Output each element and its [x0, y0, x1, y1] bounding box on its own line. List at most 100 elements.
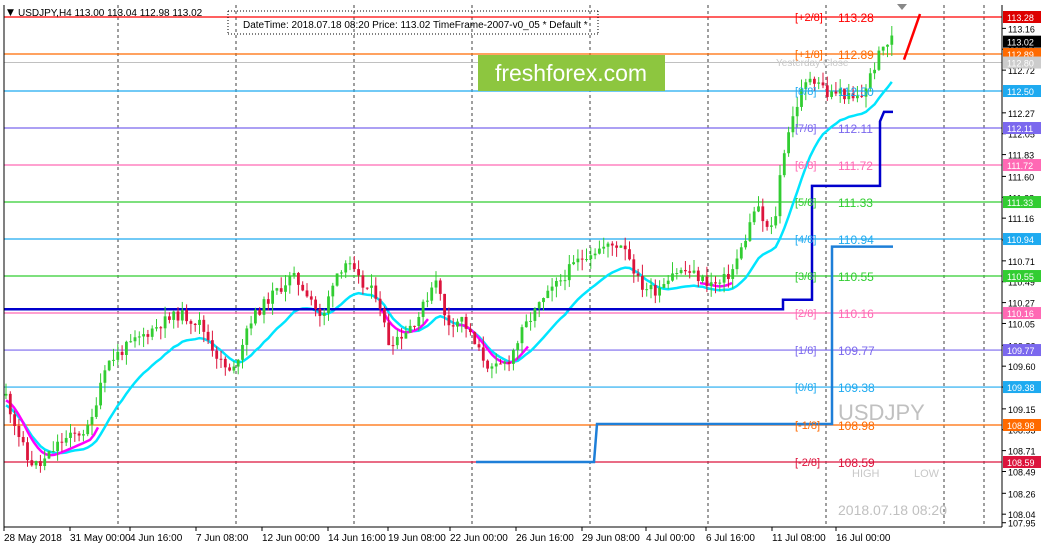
candle-body — [825, 85, 829, 97]
murray-level-name: [+2/8] — [795, 12, 823, 24]
candle-body — [292, 272, 296, 276]
x-tick-label: 22 Jun 00:00 — [450, 533, 508, 544]
candle-body — [391, 345, 395, 347]
candle-body — [722, 273, 726, 283]
candle-body — [770, 225, 773, 227]
murray-level-name: [5/8] — [795, 197, 816, 209]
candle-body — [675, 273, 679, 275]
price-tag-label: 110.55 — [1007, 272, 1034, 282]
candle-body — [542, 298, 545, 303]
header: ▼ USDJPY,H4 113.00 113.04 112.98 113.02 … — [7, 4, 907, 35]
candle-body — [69, 432, 72, 438]
candle-body — [125, 341, 128, 355]
candle-body — [761, 206, 765, 222]
candle-body — [550, 286, 554, 291]
price-tag-yesterday-label: 112.80 — [1007, 59, 1034, 69]
candle-body — [658, 287, 661, 296]
candle-body — [39, 461, 42, 466]
candle-body — [623, 245, 627, 250]
candle-body — [464, 316, 468, 329]
candle-body — [219, 358, 223, 360]
candle-body — [748, 222, 752, 241]
candle-body — [168, 316, 171, 320]
candle-body — [589, 255, 593, 260]
candle-body — [516, 343, 520, 351]
candle-body — [305, 290, 309, 297]
candle-body — [344, 263, 348, 273]
x-tick-label: 4 Jul 00:00 — [646, 533, 695, 544]
candle-body — [4, 393, 8, 396]
price-tag-label: 111.72 — [1007, 161, 1033, 171]
candle-body — [473, 332, 477, 345]
chart-menu-icon[interactable]: ▼ — [7, 8, 14, 18]
y-tick-label: 113.16 — [1008, 24, 1035, 34]
candle-body — [567, 264, 571, 281]
candle-body — [426, 300, 429, 302]
candle-body — [494, 363, 498, 367]
candle-body — [645, 289, 649, 291]
candle-body — [142, 334, 145, 337]
candle-body — [318, 309, 322, 316]
candle-body — [649, 285, 653, 290]
candle-body — [666, 280, 670, 285]
candle-body — [206, 331, 210, 341]
candle-body — [662, 284, 666, 288]
candle-body — [817, 82, 821, 84]
murray-level-value: 110.55 — [838, 270, 874, 284]
candle-body — [86, 424, 90, 435]
candle-body — [778, 175, 782, 217]
candle-body — [481, 347, 485, 361]
candle-body — [215, 350, 219, 359]
x-tick-label: 19 Jun 08:00 — [388, 533, 446, 544]
price-chart[interactable]: freshforex.com USDJPY 2018.07.18 08:20 H… — [0, 0, 1043, 550]
candle-body — [13, 414, 16, 426]
x-tick-label: 16 Jul 00:00 — [836, 533, 891, 544]
candle-body — [537, 302, 541, 309]
time-axis-labels: 28 May 2018 31 May 00:00 4 Jun 16:00 7 Jun … — [3, 527, 891, 544]
candle-body — [791, 116, 795, 133]
candle-body — [180, 310, 184, 321]
y-tick-label: 109.60 — [1008, 362, 1036, 372]
candle-body — [137, 336, 141, 338]
candle-body — [696, 270, 700, 282]
candle-body — [460, 316, 464, 322]
candle-body — [598, 248, 601, 254]
murray-level-value: 108.59 — [838, 456, 875, 470]
candle-body — [189, 321, 193, 324]
murray-level-name: [6/8] — [795, 160, 816, 172]
candle-body — [370, 285, 373, 288]
candle-body — [163, 316, 167, 329]
candle-body — [352, 263, 356, 270]
x-tick-label: 6 Jul 16:00 — [706, 533, 755, 544]
candle-body — [73, 432, 77, 434]
x-tick-label: 4 Jun 16:00 — [130, 533, 183, 544]
candle-body — [258, 309, 262, 315]
candle-body — [795, 106, 799, 117]
candle-body — [886, 44, 889, 47]
candle-body — [619, 245, 623, 248]
murray-level-value: 110.94 — [838, 233, 874, 247]
y-tick-label: 108.71 — [1008, 447, 1036, 457]
murray-level-value: 108.98 — [838, 419, 875, 433]
x-tick-label: 31 May 00:00 — [70, 533, 131, 544]
price-tag-label: 111.33 — [1007, 198, 1033, 208]
candle-body — [451, 325, 455, 327]
candle-body — [499, 363, 502, 365]
candle-body — [322, 313, 326, 316]
candle-body — [404, 332, 408, 339]
candle-body — [486, 360, 489, 369]
shift-marker-icon[interactable] — [897, 4, 907, 10]
murray-level-name: [-2/8] — [795, 457, 820, 469]
candle-body — [288, 275, 292, 286]
candle-body — [43, 458, 47, 466]
candle-body — [477, 344, 481, 348]
candle-body — [340, 272, 343, 274]
price-tag-label: 109.38 — [1007, 383, 1035, 393]
candle-body — [202, 319, 206, 332]
candle-body — [275, 288, 279, 291]
candle-body — [602, 246, 606, 249]
candle-body — [232, 366, 236, 371]
indicator-info: DateTime: 2018.07.18 08:20 Price: 113.02… — [243, 20, 588, 31]
candle-body — [555, 280, 558, 287]
candle-body — [327, 296, 330, 314]
